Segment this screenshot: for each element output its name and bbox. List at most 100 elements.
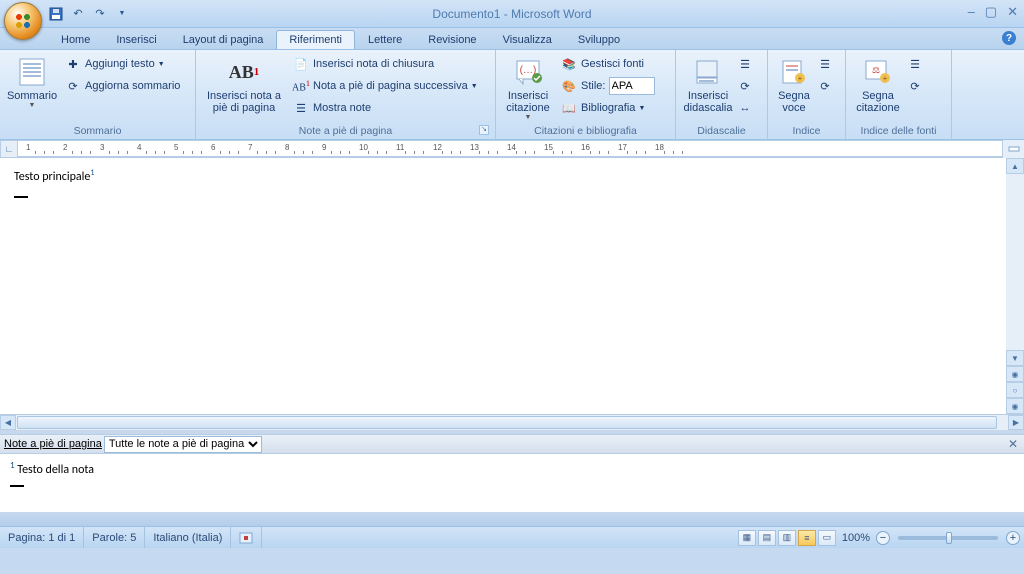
status-page[interactable]: Pagina: 1 di 1 bbox=[0, 527, 84, 548]
insert-authorities-button[interactable]: ☰ bbox=[906, 53, 928, 75]
scroll-right-button[interactable]: ▶ bbox=[1008, 415, 1024, 430]
view-print-layout[interactable]: ▦ bbox=[738, 530, 756, 546]
tab-home[interactable]: Home bbox=[48, 30, 103, 49]
update-authorities-button[interactable]: ⟳ bbox=[906, 75, 928, 97]
insert-caption-button[interactable]: Inserisci didascalia bbox=[680, 53, 736, 115]
caption-opt2[interactable]: ⟳ bbox=[736, 75, 758, 97]
zoom-value[interactable]: 100% bbox=[842, 532, 870, 544]
tab-riferimenti[interactable]: Riferimenti bbox=[276, 30, 355, 49]
status-language[interactable]: Italiano (Italia) bbox=[145, 527, 231, 548]
help-button[interactable]: ? bbox=[1002, 31, 1016, 45]
caption-opt3[interactable]: ↔ bbox=[736, 97, 758, 119]
view-outline[interactable]: ≡ bbox=[798, 530, 816, 546]
update-index-button[interactable]: ⟳ bbox=[816, 75, 838, 97]
view-ruler-toggle[interactable] bbox=[1002, 140, 1024, 158]
zoom-slider-handle[interactable] bbox=[946, 532, 952, 544]
update-toc-label: Aggiorna sommario bbox=[85, 80, 180, 92]
zoom-in-button[interactable]: + bbox=[1006, 531, 1020, 545]
hscroll-track[interactable] bbox=[998, 415, 1008, 430]
undo-icon[interactable]: ↶ bbox=[70, 6, 86, 22]
hscroll-thumb[interactable] bbox=[17, 416, 997, 429]
office-button[interactable] bbox=[4, 2, 42, 40]
qat-dropdown-icon[interactable]: ▼ bbox=[114, 6, 130, 22]
svg-text:⚖: ⚖ bbox=[872, 65, 880, 75]
close-footnote-pane[interactable]: ✕ bbox=[1008, 437, 1018, 451]
insert-endnote-button[interactable]: 📄Inserisci nota di chiusura bbox=[288, 53, 483, 75]
insert-index-button[interactable]: ☰ bbox=[816, 53, 838, 75]
close-button[interactable]: ✕ bbox=[1007, 4, 1018, 20]
save-icon[interactable] bbox=[48, 6, 64, 22]
manage-sources-icon: 📚 bbox=[561, 56, 577, 72]
bibliography-label: Bibliografia bbox=[581, 102, 635, 114]
style-icon: 🎨 bbox=[561, 78, 577, 94]
toc-icon bbox=[16, 56, 48, 88]
caption-opt1[interactable]: ☰ bbox=[736, 53, 758, 75]
mark-citation-icon: ⚖+ bbox=[862, 56, 894, 88]
footnote-pane-label: Note a piè di pagina bbox=[4, 438, 102, 450]
manage-sources-button[interactable]: 📚 Gestisci fonti bbox=[556, 53, 660, 75]
footnote-filter-select[interactable]: Tutte le note a piè di pagina bbox=[104, 436, 262, 453]
status-words[interactable]: Parole: 5 bbox=[84, 527, 145, 548]
tab-lettere[interactable]: Lettere bbox=[355, 30, 415, 49]
tab-layout[interactable]: Layout di pagina bbox=[170, 30, 277, 49]
manage-sources-label: Gestisci fonti bbox=[581, 58, 644, 70]
maximize-button[interactable]: ▢ bbox=[985, 4, 997, 20]
svg-text:+: + bbox=[883, 74, 888, 83]
horizontal-ruler[interactable]: 123456789101112131415161718 bbox=[18, 140, 1002, 157]
ruler-tick: 10 bbox=[359, 143, 368, 152]
add-text-label: Aggiungi testo bbox=[85, 58, 155, 70]
status-macro[interactable] bbox=[231, 527, 262, 548]
tab-inserisci[interactable]: Inserisci bbox=[103, 30, 169, 49]
prev-page-button[interactable]: ◉ bbox=[1006, 366, 1024, 382]
redo-icon[interactable]: ↷ bbox=[92, 6, 108, 22]
ruler-tick: 14 bbox=[507, 143, 516, 152]
footnote-reference[interactable]: 1 bbox=[90, 168, 94, 178]
style-select[interactable] bbox=[609, 77, 655, 95]
dialog-launcher-note[interactable]: ↘ bbox=[479, 125, 489, 135]
tab-revisione[interactable]: Revisione bbox=[415, 30, 489, 49]
tab-selector[interactable]: ∟ bbox=[0, 140, 18, 158]
toc-button[interactable]: Sommario ▼ bbox=[4, 53, 60, 110]
ruler-tick: 6 bbox=[211, 143, 215, 152]
tab-visualizza[interactable]: Visualizza bbox=[490, 30, 565, 49]
next-footnote-label: Nota a piè di pagina successiva bbox=[313, 80, 468, 92]
ruler-tick: 3 bbox=[100, 143, 104, 152]
footnote-area[interactable]: 1 Testo della nota bbox=[0, 454, 1024, 512]
add-text-button[interactable]: ✚Aggiungi testo ▼ bbox=[60, 53, 185, 75]
tab-sviluppo[interactable]: Sviluppo bbox=[565, 30, 633, 49]
ruler-tick: 11 bbox=[396, 143, 404, 152]
zoom-slider[interactable] bbox=[898, 536, 998, 540]
chevron-down-icon: ▼ bbox=[638, 105, 645, 112]
chevron-down-icon: ▼ bbox=[29, 102, 36, 109]
vscroll-track[interactable] bbox=[1006, 174, 1024, 350]
scroll-down-button[interactable]: ▼ bbox=[1006, 350, 1024, 366]
group-label-note: Note a piè di pagina bbox=[299, 125, 392, 137]
show-notes-button[interactable]: ☰Mostra note bbox=[288, 97, 483, 119]
zoom-out-button[interactable]: − bbox=[876, 531, 890, 545]
mark-citation-label: Segna citazione bbox=[853, 90, 903, 114]
browse-object-button[interactable]: ○ bbox=[1006, 382, 1024, 398]
style-label: Stile: bbox=[581, 80, 605, 92]
caption-update-icon: ⟳ bbox=[739, 78, 751, 94]
ruler-tick: 2 bbox=[63, 143, 67, 152]
next-page-button[interactable]: ◉ bbox=[1006, 398, 1024, 414]
insert-citation-button[interactable]: (…) Inserisci citazione ▼ bbox=[500, 53, 556, 122]
view-full-screen[interactable]: ▤ bbox=[758, 530, 776, 546]
footnote-number: 1 bbox=[10, 460, 15, 471]
minimize-button[interactable]: – bbox=[968, 4, 975, 20]
cross-ref-icon: ↔ bbox=[739, 100, 751, 116]
scroll-up-button[interactable]: ▲ bbox=[1006, 158, 1024, 174]
document-area[interactable]: Testo principale1 bbox=[0, 158, 1006, 414]
view-draft[interactable]: ▭ bbox=[818, 530, 836, 546]
mark-entry-button[interactable]: + Segna voce bbox=[772, 53, 816, 115]
footnote-icon: AB1 bbox=[228, 56, 260, 88]
view-web-layout[interactable]: ▥ bbox=[778, 530, 796, 546]
update-toc-button[interactable]: ⟳Aggiorna sommario bbox=[60, 75, 185, 97]
mark-citation-button[interactable]: ⚖+ Segna citazione bbox=[850, 53, 906, 115]
next-footnote-button[interactable]: AB1Nota a piè di pagina successiva ▼ bbox=[288, 75, 483, 97]
bibliography-button[interactable]: 📖Bibliografia ▼ bbox=[556, 97, 660, 119]
update-index-icon: ⟳ bbox=[819, 78, 831, 94]
scroll-left-button[interactable]: ◀ bbox=[0, 415, 16, 430]
show-notes-label: Mostra note bbox=[313, 102, 371, 114]
insert-footnote-button[interactable]: AB1 Inserisci nota a piè di pagina bbox=[200, 53, 288, 115]
